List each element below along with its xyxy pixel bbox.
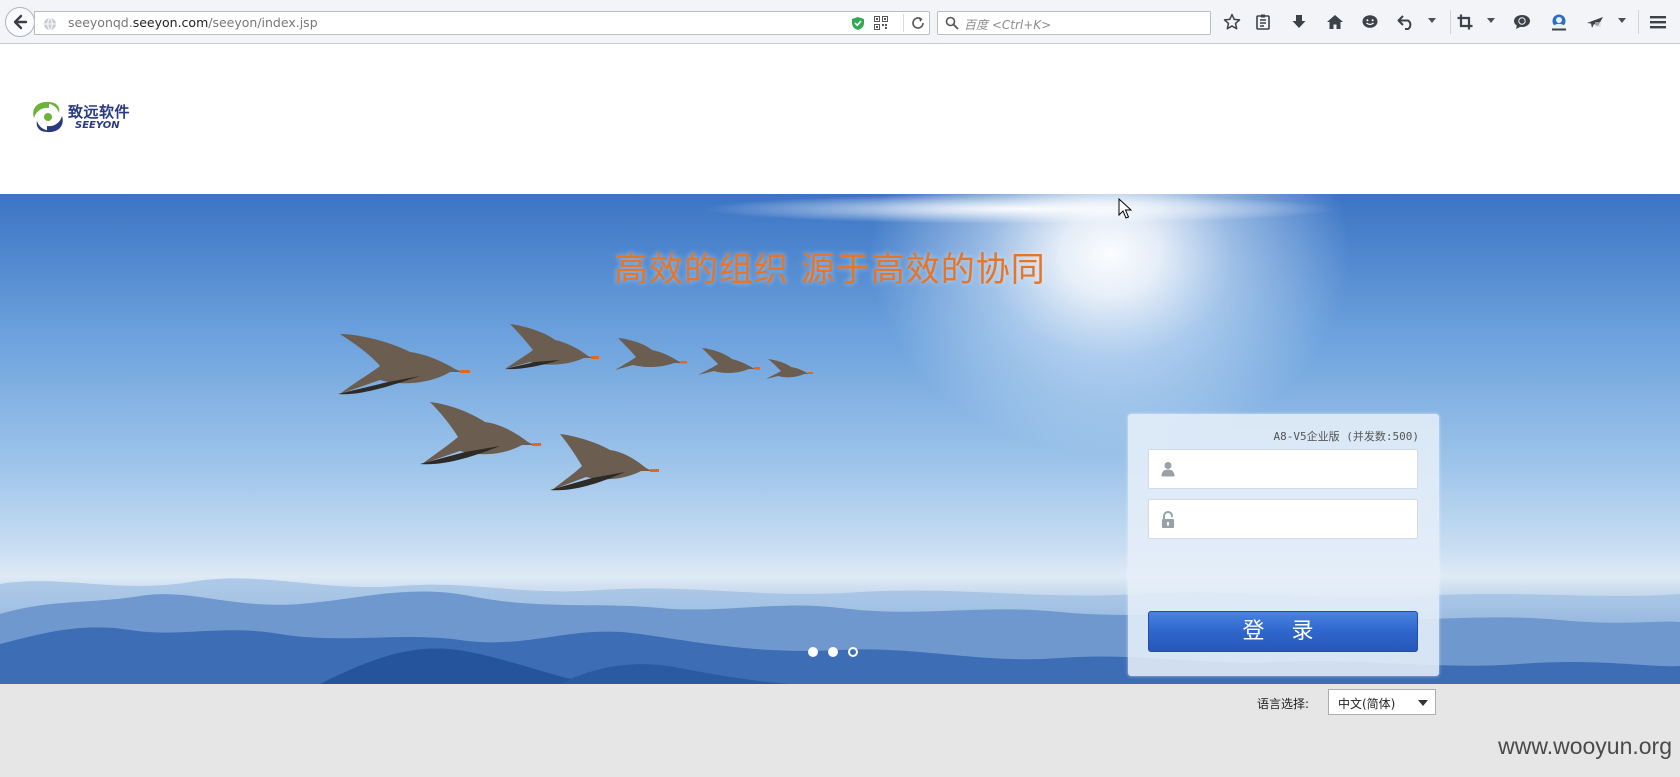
reload-icon[interactable]: [911, 16, 925, 30]
back-button[interactable]: [5, 7, 35, 37]
user-icon: [1161, 462, 1175, 477]
chat-smiley-icon[interactable]: [1359, 11, 1381, 33]
login-button[interactable]: 登 录: [1148, 611, 1418, 652]
seeyon-swirl-icon: [33, 101, 63, 133]
watermark-text: www.wooyun.org: [1498, 733, 1672, 759]
language-select[interactable]: 中文(简体): [1328, 689, 1436, 715]
flying-geese-illustration: [338, 324, 813, 491]
page-header: [0, 45, 1680, 194]
undo-dropdown-icon[interactable]: [1428, 18, 1436, 23]
password-field[interactable]: [1148, 499, 1418, 539]
qr-code-icon[interactable]: [874, 16, 888, 30]
avatar-icon[interactable]: [1548, 11, 1570, 33]
seeyon-logo: 致远软件 SEEYON: [29, 99, 131, 139]
slide-dot-3[interactable]: [848, 647, 858, 657]
username-input[interactable]: [1187, 458, 1407, 480]
banner-slogan: 高效的组织 源于高效的协同: [614, 250, 1046, 290]
crop-icon[interactable]: [1454, 11, 1476, 33]
language-selected-value: 中文(简体): [1338, 697, 1396, 711]
chevron-down-icon: [1418, 700, 1428, 706]
crop-dropdown-icon[interactable]: [1487, 18, 1495, 23]
browser-toolbar: seeyonqd.seeyon.com/seeyon/index.jsp 百度 …: [0, 0, 1680, 44]
page-footer: 语言选择: 中文(简体) www.wooyun.org: [0, 684, 1680, 777]
extension-dropdown-icon[interactable]: [1618, 18, 1626, 23]
divider: [1450, 10, 1451, 34]
url-text[interactable]: seeyonqd.seeyon.com/seeyon/index.jsp: [68, 15, 318, 30]
shield-icon[interactable]: [851, 16, 865, 31]
menu-icon[interactable]: [1647, 11, 1669, 33]
language-label: 语言选择:: [1257, 697, 1310, 711]
slide-dot-1[interactable]: [808, 647, 818, 657]
divider: [903, 14, 904, 32]
plane-icon[interactable]: [1584, 11, 1606, 33]
url-domain: seeyon.com: [132, 15, 209, 30]
slide-dot-2[interactable]: [828, 647, 838, 657]
undo-icon[interactable]: [1395, 11, 1417, 33]
slide-indicator: [808, 647, 858, 657]
search-placeholder: 百度 <Ctrl+K>: [964, 18, 1052, 32]
lock-icon: [1162, 511, 1174, 528]
logo-text-en: SEEYON: [75, 120, 120, 131]
username-field[interactable]: [1148, 449, 1418, 489]
arrow-left-icon: [13, 14, 28, 30]
mouse-cursor-icon: [1118, 198, 1132, 219]
bookmark-star-icon[interactable]: [1221, 11, 1243, 33]
password-input[interactable]: [1187, 508, 1407, 530]
logo-text-cn: 致远软件: [68, 103, 131, 121]
sun-ray: [700, 194, 1340, 224]
home-icon[interactable]: [1324, 11, 1346, 33]
address-bar[interactable]: seeyonqd.seeyon.com/seeyon/index.jsp: [34, 11, 930, 35]
globe-icon: [44, 17, 56, 31]
login-panel: A8-V5企业版 (并发数:500) 登 录: [1128, 414, 1439, 676]
edition-info: A8-V5企业版 (并发数:500): [1273, 430, 1419, 443]
search-bar[interactable]: 百度 <Ctrl+K>: [937, 11, 1211, 35]
reading-list-icon[interactable]: [1252, 11, 1274, 33]
search-icon: [945, 16, 959, 30]
divider: [1638, 10, 1639, 34]
speech-bubble-icon[interactable]: [1511, 11, 1533, 33]
download-icon[interactable]: [1288, 11, 1310, 33]
